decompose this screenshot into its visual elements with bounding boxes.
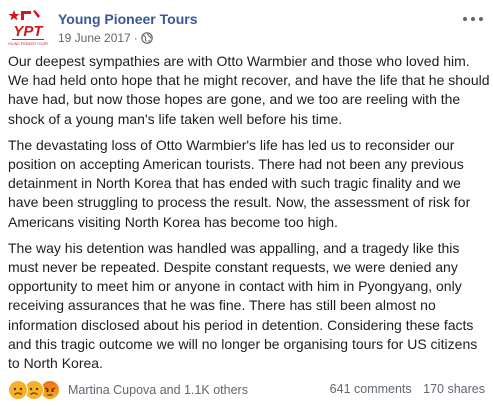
sad-reaction-icon bbox=[8, 380, 28, 400]
post-paragraph: The way his detention was handled was ap… bbox=[8, 239, 478, 372]
post-options-button[interactable] bbox=[463, 12, 483, 26]
meta-separator: · bbox=[133, 31, 138, 45]
post-body: Our deepest sympathies are with Otto War… bbox=[8, 52, 490, 380]
page-name-link[interactable]: Young Pioneer Tours bbox=[58, 11, 198, 27]
engagement-counts: 641 comments 170 shares bbox=[330, 382, 485, 396]
reactions-summary[interactable]: Martina Cupova and 1.1K others bbox=[8, 380, 248, 400]
globe-icon bbox=[140, 32, 153, 44]
post-paragraph: The devastating loss of Otto Warmbier's … bbox=[8, 136, 471, 230]
comments-count-link[interactable]: 641 comments bbox=[330, 382, 412, 396]
post-paragraph: Our deepest sympathies are with Otto War… bbox=[8, 53, 490, 127]
svg-text:YOUNG PIONEER TOURS: YOUNG PIONEER TOURS bbox=[8, 42, 48, 46]
post-header: YPT YOUNG PIONEER TOURS Young Pioneer To… bbox=[8, 8, 485, 52]
page-avatar[interactable]: YPT YOUNG PIONEER TOURS bbox=[8, 8, 48, 48]
svg-text:YPT: YPT bbox=[13, 23, 44, 40]
dot-icon bbox=[463, 17, 467, 21]
post-date[interactable]: 19 June 2017 bbox=[58, 31, 131, 45]
post-meta: 19 June 2017 · bbox=[58, 31, 153, 45]
dot-icon bbox=[479, 17, 483, 21]
ypt-logo-icon: YPT YOUNG PIONEER TOURS bbox=[8, 10, 48, 46]
reactors-link[interactable]: Martina Cupova and 1.1K others bbox=[68, 383, 248, 397]
shares-count-link[interactable]: 170 shares bbox=[423, 382, 485, 396]
post-footer: Martina Cupova and 1.1K others 641 comme… bbox=[8, 380, 485, 400]
dot-icon bbox=[471, 17, 475, 21]
